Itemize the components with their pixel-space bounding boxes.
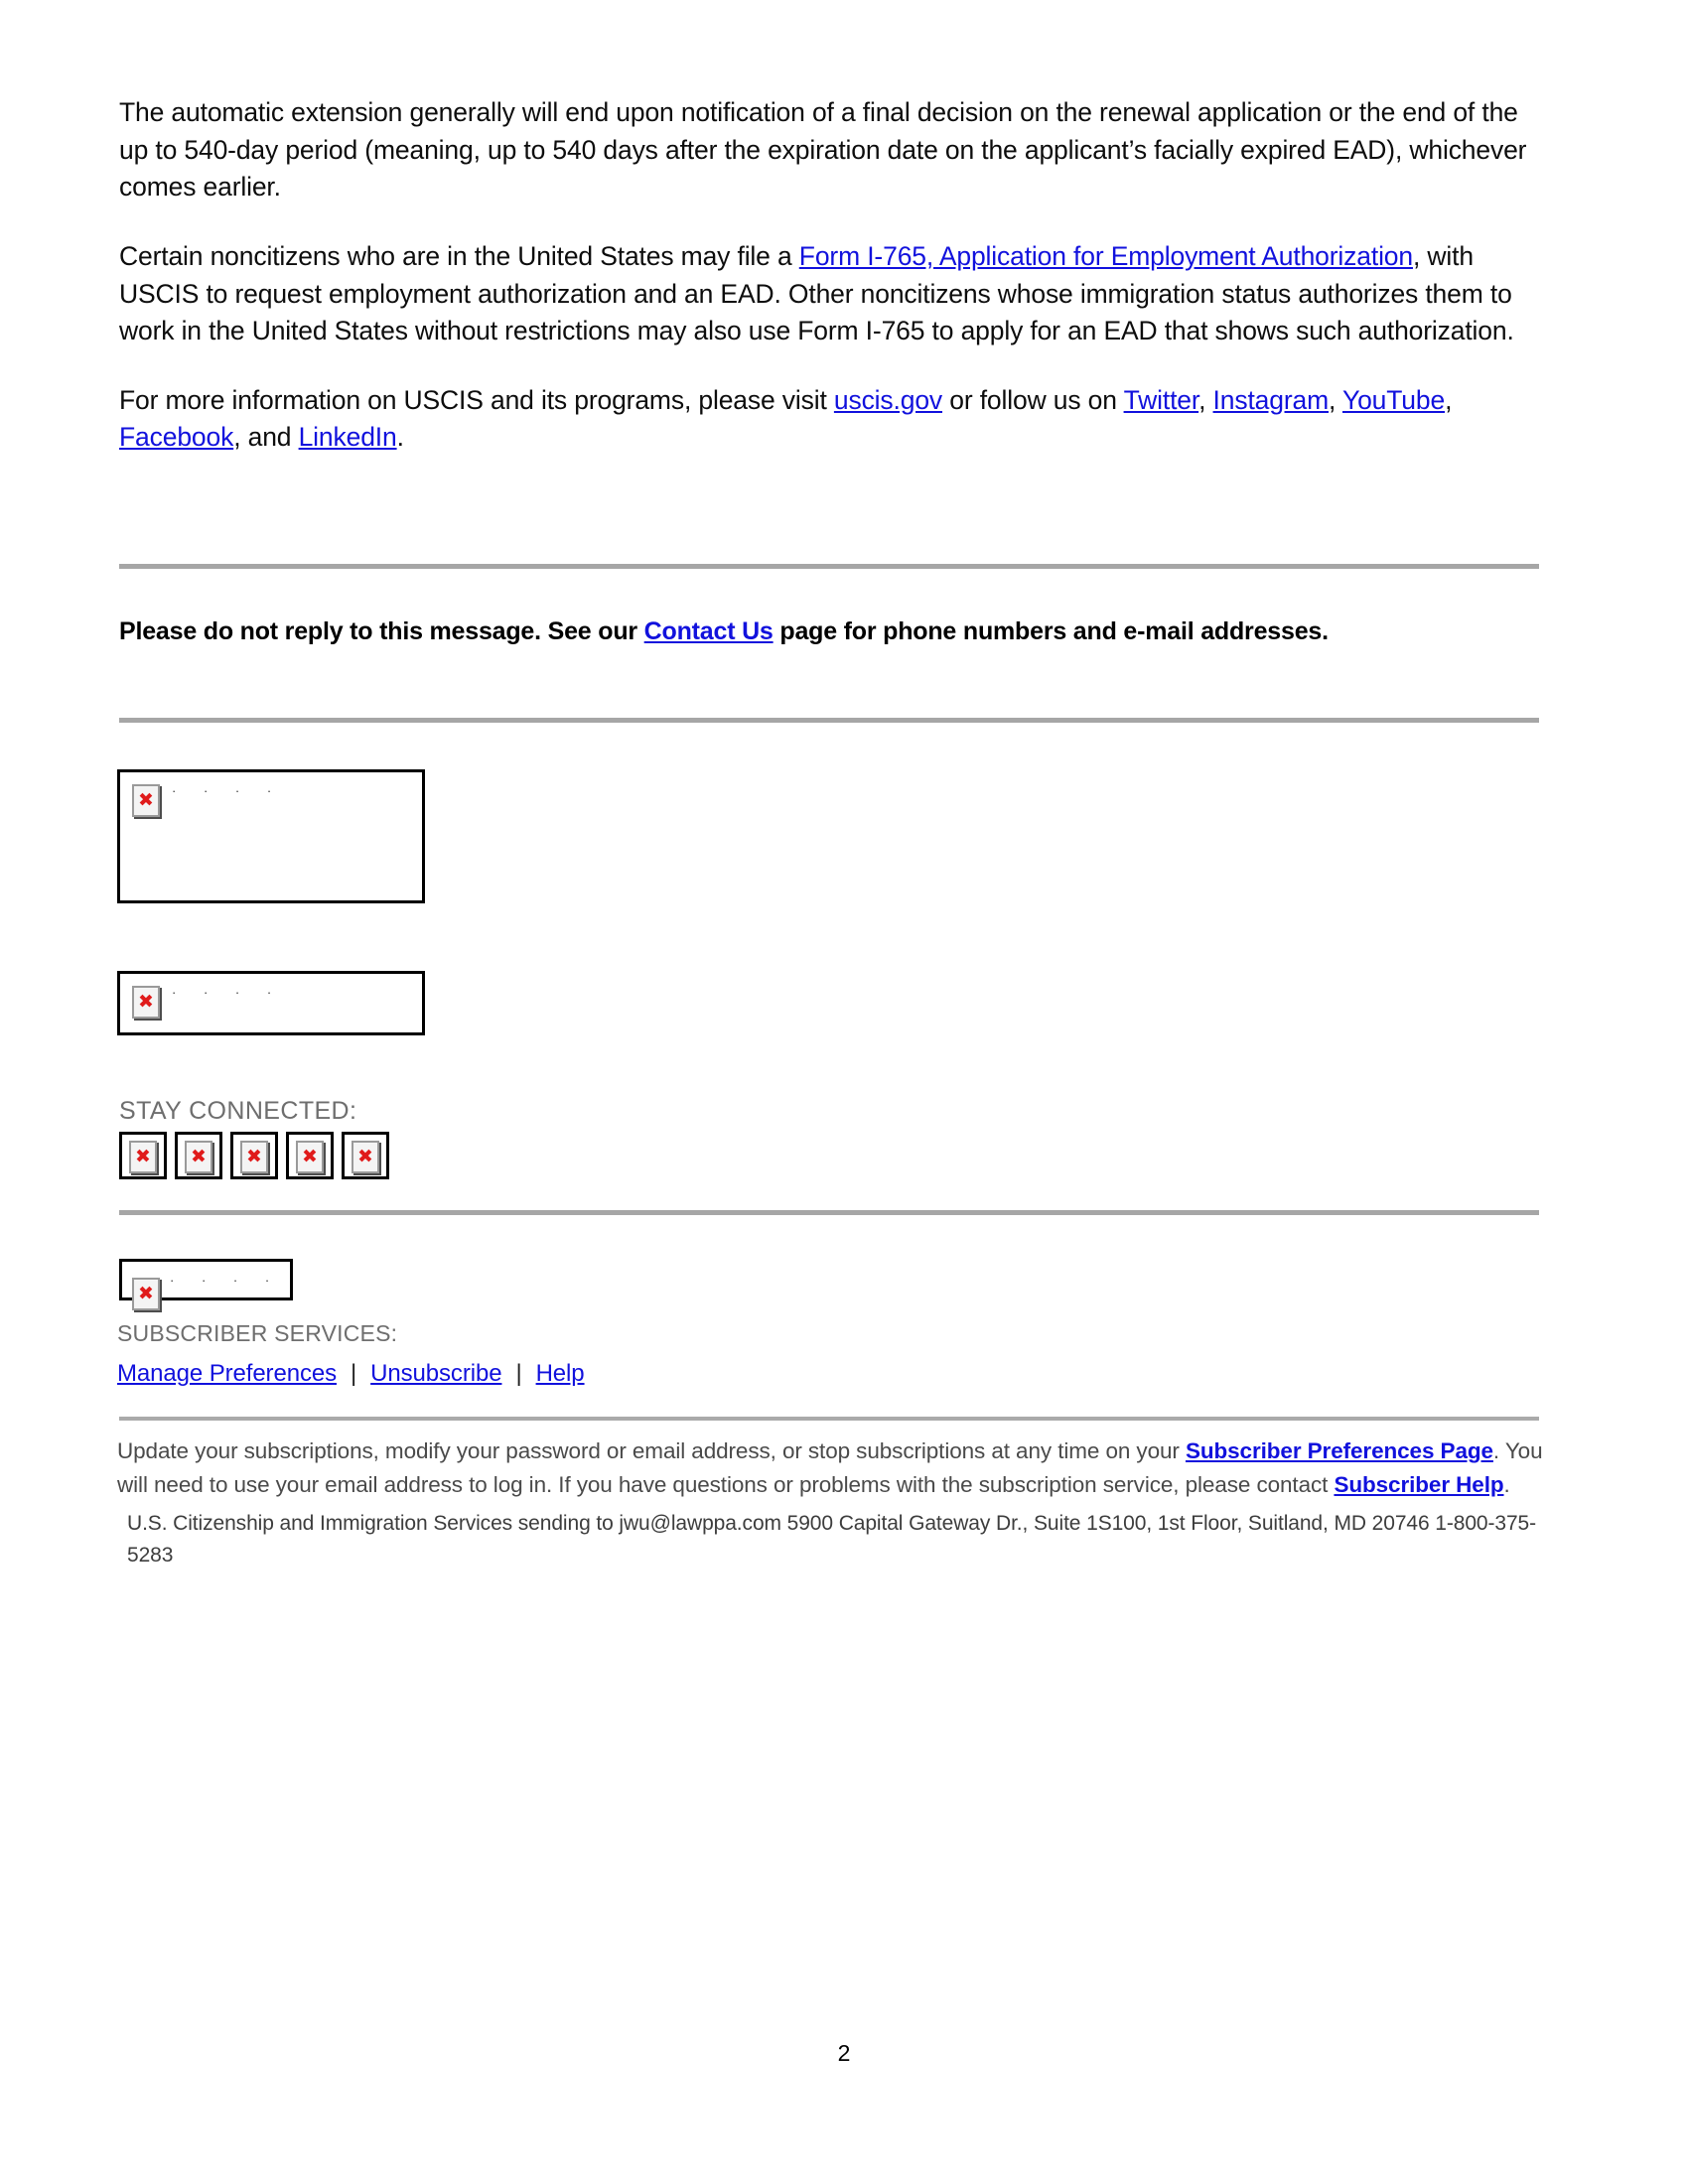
broken-image-icon: ✖ bbox=[132, 1278, 160, 1310]
document-page: The automatic extension generally will e… bbox=[0, 0, 1688, 2184]
paragraph-automatic-extension: The automatic extension generally will e… bbox=[119, 97, 1527, 203]
broken-image-icon: ✖ bbox=[185, 1141, 212, 1173]
broken-image-icon: ✖ bbox=[132, 986, 160, 1019]
broken-image-x-icon: ✖ bbox=[246, 1145, 262, 1167]
broken-image-icon: ✖ bbox=[240, 1141, 268, 1173]
separator-comma-2: , bbox=[1329, 384, 1342, 415]
social-icon-broken-3[interactable]: ✖ bbox=[230, 1132, 278, 1179]
link-manage-preferences[interactable]: Manage Preferences bbox=[117, 1360, 337, 1387]
broken-image-icon: ✖ bbox=[132, 784, 160, 817]
link-subscriber-help[interactable]: Subscriber Help bbox=[1334, 1472, 1503, 1497]
separator-comma-3: , bbox=[1445, 384, 1453, 415]
divider-below-no-reply bbox=[119, 718, 1539, 723]
subscriber-services-links: Manage Preferences | Unsubscribe | Help bbox=[117, 1360, 585, 1388]
link-twitter[interactable]: Twitter bbox=[1124, 385, 1199, 415]
no-reply-text-before: Please do not reply to this message. See… bbox=[119, 617, 644, 645]
paragraph-text-before-link: Certain noncitizens who are in the Unite… bbox=[119, 240, 799, 271]
alt-text-remnant: · · · · bbox=[170, 1273, 282, 1288]
link-uscis-gov[interactable]: uscis.gov bbox=[834, 385, 942, 415]
broken-image-x-icon: ✖ bbox=[138, 788, 154, 811]
social-icon-broken-1[interactable]: ✖ bbox=[119, 1132, 167, 1179]
social-icon-broken-2[interactable]: ✖ bbox=[175, 1132, 222, 1179]
broken-image-x-icon: ✖ bbox=[135, 1145, 151, 1167]
link-facebook[interactable]: Facebook bbox=[119, 422, 233, 452]
social-icon-broken-5[interactable]: ✖ bbox=[342, 1132, 389, 1179]
link-linkedin[interactable]: LinkedIn bbox=[299, 422, 397, 452]
divider-above-subscriber-services bbox=[119, 1210, 1539, 1215]
link-instagram[interactable]: Instagram bbox=[1213, 385, 1330, 415]
social-icon-broken-4[interactable]: ✖ bbox=[286, 1132, 334, 1179]
alt-text-remnant: · · · · bbox=[172, 985, 284, 1000]
alt-text-remnant: · · · · bbox=[172, 783, 284, 798]
stay-connected-icon-row: ✖ ✖ ✖ ✖ ✖ bbox=[119, 1132, 389, 1179]
paragraph-text-follow-us: or follow us on bbox=[942, 384, 1124, 415]
broken-image-icon: ✖ bbox=[296, 1141, 324, 1173]
separator-pipe-1: | bbox=[351, 1360, 357, 1387]
divider-above-footer-note bbox=[119, 1417, 1539, 1421]
footer-note-text-3: . bbox=[1503, 1471, 1510, 1497]
footer-note-text-1: Update your subscriptions, modify your p… bbox=[117, 1438, 1186, 1463]
link-contact-us[interactable]: Contact Us bbox=[644, 617, 774, 645]
paragraph-form-i765: Certain noncitizens who are in the Unite… bbox=[119, 238, 1539, 350]
paragraph-more-information: For more information on USCIS and its pr… bbox=[119, 382, 1539, 457]
broken-image-icon: ✖ bbox=[129, 1141, 157, 1173]
broken-image-x-icon: ✖ bbox=[357, 1145, 373, 1167]
page-number: 2 bbox=[837, 2040, 851, 2066]
stay-connected-label: STAY CONNECTED: bbox=[119, 1097, 357, 1125]
paragraph-text-before-uscis-link: For more information on USCIS and its pr… bbox=[119, 384, 834, 415]
separator-and: , and bbox=[233, 422, 299, 453]
broken-image-banner-primary: ✖ · · · · bbox=[117, 769, 425, 903]
broken-image-x-icon: ✖ bbox=[191, 1145, 207, 1167]
separator-pipe-2: | bbox=[515, 1360, 522, 1387]
email-body-content: The automatic extension generally will e… bbox=[119, 94, 1539, 488]
broken-image-govdelivery: ✖ · · · · bbox=[119, 1259, 293, 1310]
link-form-i765[interactable]: Form I-765, Application for Employment A… bbox=[799, 241, 1413, 271]
paragraph-period: . bbox=[396, 422, 404, 453]
link-youtube[interactable]: YouTube bbox=[1342, 385, 1445, 415]
footer-sender-address: U.S. Citizenship and Immigration Service… bbox=[127, 1512, 1537, 1567]
footer-subscription-note: Update your subscriptions, modify your p… bbox=[117, 1434, 1547, 1502]
broken-image-x-icon: ✖ bbox=[302, 1145, 318, 1167]
broken-image-icon: ✖ bbox=[352, 1141, 379, 1173]
broken-image-x-icon: ✖ bbox=[138, 1282, 154, 1304]
link-subscriber-preferences-page[interactable]: Subscriber Preferences Page bbox=[1186, 1438, 1493, 1463]
link-help[interactable]: Help bbox=[536, 1360, 585, 1387]
broken-image-x-icon: ✖ bbox=[138, 990, 154, 1013]
no-reply-text-after: page for phone numbers and e-mail addres… bbox=[773, 617, 1329, 645]
no-reply-notice: Please do not reply to this message. See… bbox=[119, 617, 1329, 646]
link-unsubscribe[interactable]: Unsubscribe bbox=[370, 1360, 501, 1387]
subscriber-services-label: SUBSCRIBER SERVICES: bbox=[117, 1320, 398, 1346]
separator-comma-1: , bbox=[1198, 384, 1213, 415]
broken-image-banner-secondary: ✖ · · · · bbox=[117, 971, 425, 1035]
divider-above-no-reply bbox=[119, 564, 1539, 569]
